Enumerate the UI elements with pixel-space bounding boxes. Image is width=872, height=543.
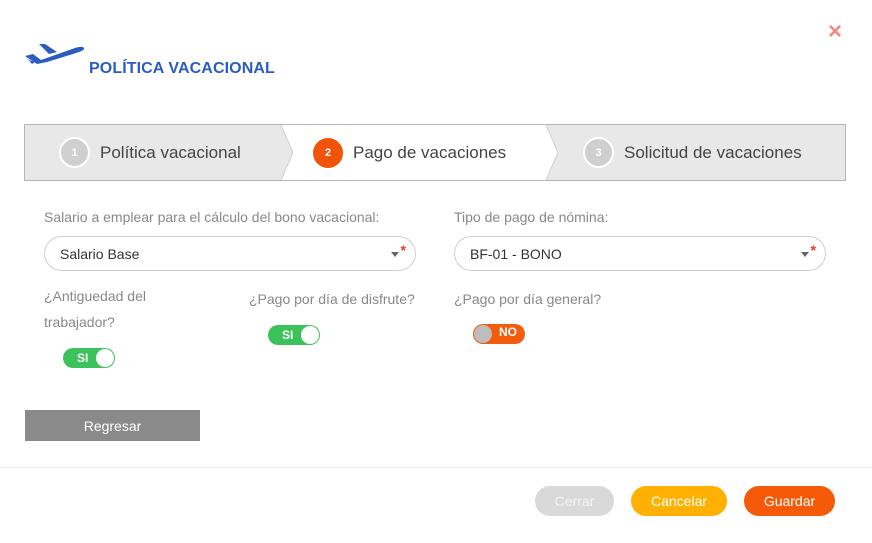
toggle-knob (301, 326, 319, 344)
required-marker: * (810, 242, 816, 258)
step-label: Pago de vacaciones (353, 142, 507, 162)
payroll-type-select[interactable]: BF-01 - BONO * (454, 236, 826, 271)
pay-per-day-general-question: ¿Pago por día general? (454, 291, 602, 307)
toggle-text: SI (77, 351, 89, 365)
required-marker: * (400, 242, 406, 258)
seniority-question: ¿Antiguedad del trabajador? (44, 283, 146, 335)
pay-per-day-enjoyed-toggle[interactable]: SI (268, 325, 320, 345)
step-divider-1 (279, 125, 293, 180)
wizard-stepper: 1 Política vacacional 2 Pago de vacacion… (24, 124, 846, 181)
payroll-type-label: Tipo de pago de nómina: (454, 209, 609, 225)
step-label: Solicitud de vacaciones (624, 142, 802, 162)
seniority-toggle[interactable]: SI (63, 348, 115, 368)
save-button[interactable]: Guardar (744, 486, 835, 516)
cancel-button[interactable]: Cancelar (631, 486, 727, 516)
step-label: Política vacacional (100, 142, 241, 162)
back-button[interactable]: Regresar (25, 410, 200, 441)
salary-label: Salario a emplear para el cálculo del bo… (44, 209, 380, 225)
chevron-down-icon[interactable] (391, 252, 399, 257)
step-number: 2 (313, 137, 343, 168)
salary-select[interactable]: Salario Base * (44, 236, 416, 271)
toggle-text: NO (499, 325, 517, 339)
step-pago-de-vacaciones[interactable]: 2 Pago de vacaciones (313, 125, 506, 180)
step-number: 3 (583, 137, 614, 168)
step-number: 1 (59, 137, 90, 168)
payroll-type-select-value: BF-01 - BONO (470, 245, 562, 262)
chevron-down-icon[interactable] (801, 252, 809, 257)
page-title: POLÍTICA VACACIONAL (89, 60, 275, 77)
salary-select-value: Salario Base (60, 245, 140, 262)
seniority-question-line2: trabajador? (44, 314, 115, 330)
close-icon[interactable]: × (825, 20, 845, 44)
close-button[interactable]: Cerrar (535, 486, 614, 516)
step-politica-vacacional[interactable]: 1 Política vacacional (59, 125, 241, 180)
pay-per-day-general-toggle[interactable]: NO (473, 324, 525, 344)
step-divider-2 (544, 125, 558, 180)
seniority-question-line1: ¿Antiguedad del (44, 288, 146, 304)
airplane-icon (25, 44, 85, 64)
toggle-knob (474, 325, 492, 343)
step-solicitud-de-vacaciones[interactable]: 3 Solicitud de vacaciones (583, 125, 802, 180)
toggle-text: SI (282, 328, 294, 342)
toggle-knob (96, 349, 114, 367)
footer-divider (0, 467, 872, 468)
pay-per-day-enjoyed-question: ¿Pago por día de disfrute? (249, 291, 415, 307)
